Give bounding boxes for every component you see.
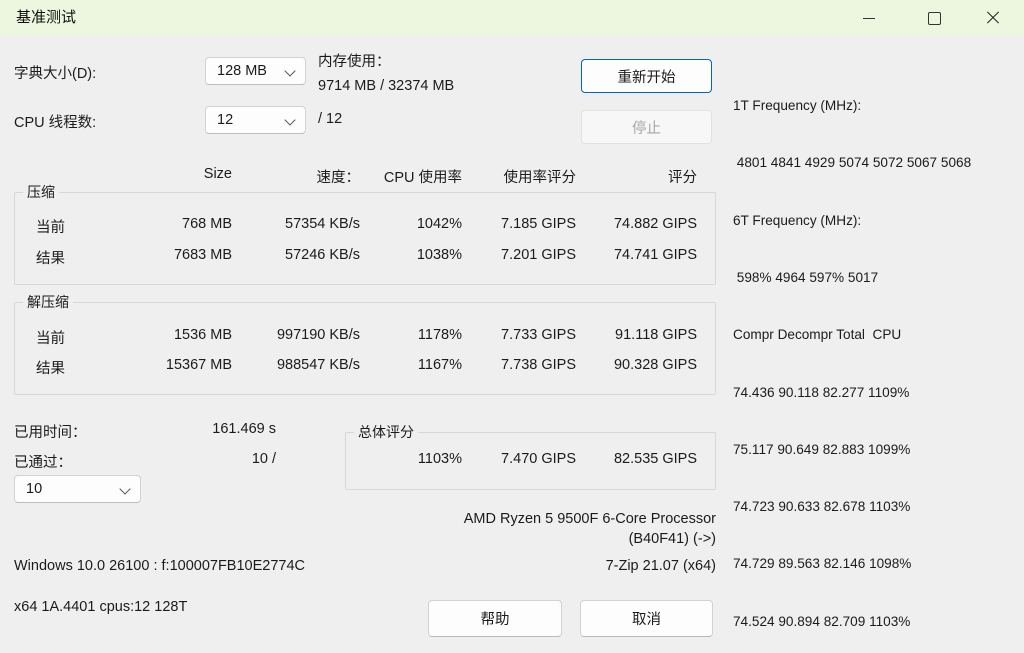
frequency-log-panel: 1T Frequency (MHz): 4801 4841 4929 5074 … [733,58,1018,653]
decompression-group-label: 解压缩 [23,294,73,310]
cpu-usage-value: 1178% [417,327,462,343]
rating-value: 74.882 GIPS [613,216,697,232]
usage-rating-value: 7.185 GIPS [501,216,576,232]
build-info: x64 1A.4401 cpus:12 128T [14,599,188,615]
memory-usage-label: 内存使用： [318,54,391,70]
size-value: 1536 MB [173,327,232,343]
compression-group: 压缩 [14,184,716,285]
decompression-current-row: 当前 1536 MB 997190 KB/s 1178% 7.733 GIPS … [14,327,697,348]
cpu-usage-value: 1038% [416,247,462,263]
cpu-threads-label: CPU 线程数: [14,115,97,131]
chevron-down-icon [119,483,131,495]
row-label: 当前 [36,331,65,347]
header-size: Size [203,166,232,182]
maximize-icon [927,11,941,25]
speed-value: 57354 KB/s [285,216,360,232]
os-version: Windows 10.0 26100 : f:100007FB10E2774C [14,558,306,574]
window-title: 基准测试 [16,9,77,26]
total-usage-rating-value: 7.470 GIPS [501,451,576,467]
app-version: 7-Zip 21.07 (x64) [605,558,716,574]
panel-line: 6T Frequency (MHz): [733,212,862,228]
passes-value: 10 / [251,451,276,467]
dictionary-size-select[interactable]: 128 MB [205,57,306,85]
usage-rating-value: 7.201 GIPS [501,247,576,263]
size-value: 7683 MB [173,247,232,263]
elapsed-time-value: 161.469 s [212,421,276,437]
header-usage-rating: 使用率评分 [503,170,577,186]
panel-line: 1T Frequency (MHz): [733,98,862,114]
size-value: 768 MB [182,216,232,232]
dictionary-size-label: 字典大小(D): [14,66,97,82]
cpu-usage-value: 1167% [417,357,462,373]
cpu-id: (B40F41) (->) [628,531,716,547]
elapsed-time-label: 已用时间： [14,425,87,441]
cancel-button[interactable]: 取消 [580,600,713,637]
panel-line: 74.723 90.633 82.678 1103% [733,499,911,515]
cpu-threads-total: / 12 [318,111,343,127]
speed-value: 997190 KB/s [276,327,360,343]
size-value: 15367 MB [165,357,232,373]
minimize-button[interactable] [846,0,892,36]
cpu-threads-select[interactable]: 12 [205,106,306,134]
panel-line: 598% 4964 597% 5017 [733,270,879,286]
total-rating-value: 82.535 GIPS [613,451,697,467]
panel-line: 75.117 90.649 82.883 1099% [733,441,911,457]
passes-label: 已通过： [14,455,72,471]
rating-value: 74.741 GIPS [613,247,697,263]
help-button[interactable]: 帮助 [428,600,562,637]
header-speed: 速度： [316,170,361,186]
decompression-group: 解压缩 [14,294,716,395]
total-cpu-usage-value: 1103% [417,451,462,467]
restart-button[interactable]: 重新开始 [581,59,712,93]
cpu-name: AMD Ryzen 5 9500F 6-Core Processor [463,511,716,527]
compression-result-row: 结果 7683 MB 57246 KB/s 1038% 7.201 GIPS 7… [14,247,697,268]
row-label: 当前 [36,220,65,236]
panel-line: 74.524 90.894 82.709 1103% [733,613,911,629]
header-rating: 评分 [668,170,697,186]
chevron-down-icon [284,65,296,77]
dictionary-size-value: 128 MB [217,63,267,79]
row-label: 结果 [36,361,65,377]
compression-group-label: 压缩 [23,184,59,200]
titlebar: 基准测试 [0,0,1024,36]
chevron-down-icon [284,114,296,126]
close-icon [986,11,1000,25]
passes-select[interactable]: 10 [14,475,141,503]
rating-value: 91.118 GIPS [615,327,697,343]
compression-current-row: 当前 768 MB 57354 KB/s 1042% 7.185 GIPS 74… [14,216,697,237]
panel-line: 4801 4841 4929 5074 5072 5067 5068 [733,155,972,171]
panel-line: 74.729 89.563 82.146 1098% [733,556,912,572]
total-rating-row: 1103% 7.470 GIPS 82.535 GIPS [345,451,697,467]
panel-line: 74.436 90.118 82.277 1109% [733,384,910,400]
total-rating-group-label: 总体评分 [354,424,418,440]
memory-usage-value: 9714 MB / 32374 MB [318,78,455,94]
row-label: 结果 [36,251,65,267]
close-button[interactable] [970,0,1016,36]
benchmark-dialog: 基准测试 字典大小(D): 128 MB 内存使用： 9714 MB / 323… [0,0,1024,653]
stop-button[interactable]: 停止 [581,110,712,144]
speed-value: 57246 KB/s [285,247,360,263]
usage-rating-value: 7.738 GIPS [501,357,576,373]
header-cpu-usage: CPU 使用率 [383,170,462,186]
usage-rating-value: 7.733 GIPS [501,327,576,343]
minimize-icon [863,17,875,19]
panel-line: Compr Decompr Total CPU [733,327,902,343]
cpu-threads-value: 12 [217,112,234,128]
benchmark-table-header: Size 速度： CPU 使用率 使用率评分 评分 [14,166,697,187]
passes-select-value: 10 [26,481,43,497]
speed-value: 988547 KB/s [276,357,360,373]
rating-value: 90.328 GIPS [613,357,697,373]
maximize-button[interactable] [911,0,957,36]
cpu-usage-value: 1042% [416,216,462,232]
decompression-result-row: 结果 15367 MB 988547 KB/s 1167% 7.738 GIPS… [14,357,697,378]
